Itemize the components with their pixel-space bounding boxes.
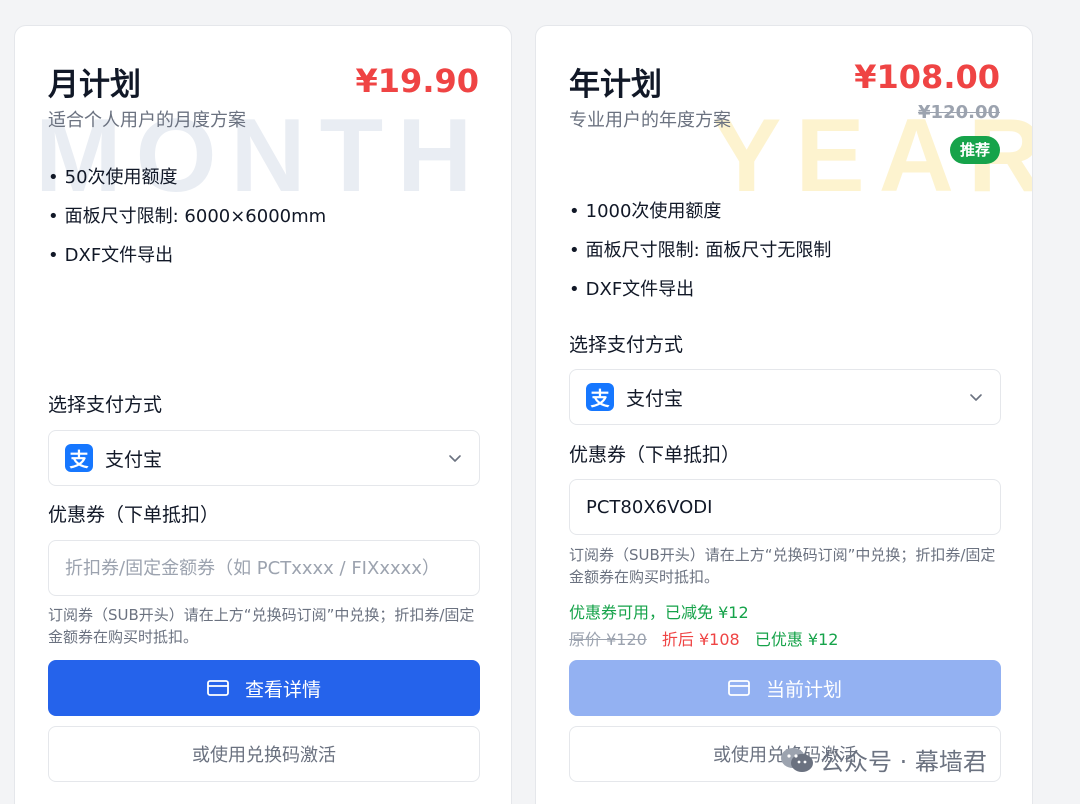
credit-card-icon bbox=[207, 680, 229, 696]
wechat-icon bbox=[781, 747, 813, 772]
attribution-text: 公众号 · 幕墙君 bbox=[820, 748, 987, 776]
plan-title: 年计划 bbox=[569, 67, 662, 103]
plan-description: 专业用户的年度方案 bbox=[569, 110, 731, 131]
price-saved: 已优惠 ¥12 bbox=[754, 630, 839, 649]
plan-price: ¥108.00 bbox=[854, 58, 1000, 96]
payment-method-value: 支付宝 bbox=[105, 448, 163, 471]
feature-list: 50次使用额度 面板尺寸限制: 6000×6000mm DXF文件导出 bbox=[48, 164, 327, 281]
coupon-input[interactable] bbox=[569, 479, 1001, 535]
payment-method-label: 选择支付方式 bbox=[569, 334, 684, 356]
payment-method-value: 支付宝 bbox=[626, 387, 684, 410]
alipay-icon: 支 bbox=[586, 383, 614, 411]
feature-item: 面板尺寸限制: 面板尺寸无限制 bbox=[569, 237, 832, 276]
view-details-label: 查看详情 bbox=[244, 678, 321, 701]
feature-item: DXF文件导出 bbox=[569, 276, 831, 315]
price-breakdown: 原价 ¥120 折后 ¥108 已优惠 ¥12 bbox=[569, 626, 838, 650]
feature-item: 面板尺寸限制: 6000×6000mm bbox=[48, 203, 327, 242]
coupon-input[interactable] bbox=[48, 540, 480, 596]
payment-method-select[interactable]: 支 支付宝 bbox=[569, 369, 1001, 425]
coupon-hint: 订阅券（SUB开头）请在上方“兑换码订阅”中兑换；折扣券/固定金额券在购买时抵扣… bbox=[48, 606, 475, 646]
plan-description: 适合个人用户的月度方案 bbox=[48, 110, 246, 131]
payment-method-label: 选择支付方式 bbox=[48, 394, 163, 416]
price-after-discount: 折后 ¥108 bbox=[661, 630, 740, 649]
current-plan-label: 当前计划 bbox=[765, 678, 842, 701]
payment-method-select[interactable]: 支 支付宝 bbox=[48, 430, 480, 486]
coupon-hint: 订阅券（SUB开头）请在上方“兑换码订阅”中兑换；折扣券/固定金额券在购买时抵扣… bbox=[569, 546, 996, 586]
plan-price: ¥19.90 bbox=[355, 62, 479, 100]
plan-card-year: YEAR 年计划 ¥108.00 ¥120.00 推荐 专业用户的年度方案 10… bbox=[535, 25, 1033, 804]
price-original: 原价 ¥120 bbox=[569, 630, 647, 649]
feature-list: 1000次使用额度 面板尺寸限制: 面板尺寸无限制 DXF文件导出 bbox=[569, 198, 832, 315]
plan-card-month: MONTH 月计划 ¥19.90 适合个人用户的月度方案 50次使用额度 面板尺… bbox=[14, 25, 512, 804]
plan-title: 月计划 bbox=[48, 67, 141, 103]
feature-item: 50次使用额度 bbox=[48, 164, 326, 203]
current-plan-button[interactable]: 当前计划 bbox=[569, 660, 1001, 716]
plan-original-price: ¥120.00 bbox=[918, 102, 1000, 123]
recommended-badge: 推荐 bbox=[949, 136, 1000, 164]
coupon-status: 优惠券可用，已减免 ¥12 bbox=[569, 603, 749, 622]
chevron-down-icon bbox=[970, 394, 982, 401]
view-details-button[interactable]: 查看详情 bbox=[48, 660, 480, 716]
alipay-icon: 支 bbox=[65, 444, 93, 472]
coupon-label: 优惠券（下单抵扣） bbox=[48, 504, 220, 526]
credit-card-icon bbox=[728, 680, 750, 696]
source-attribution: 公众号 · 幕墙君 bbox=[780, 742, 987, 777]
feature-item: 1000次使用额度 bbox=[569, 198, 831, 237]
chevron-down-icon bbox=[449, 455, 461, 462]
redeem-code-button[interactable]: 或使用兑换码激活 bbox=[48, 726, 480, 782]
feature-item: DXF文件导出 bbox=[48, 242, 326, 281]
coupon-label: 优惠券（下单抵扣） bbox=[569, 444, 741, 466]
